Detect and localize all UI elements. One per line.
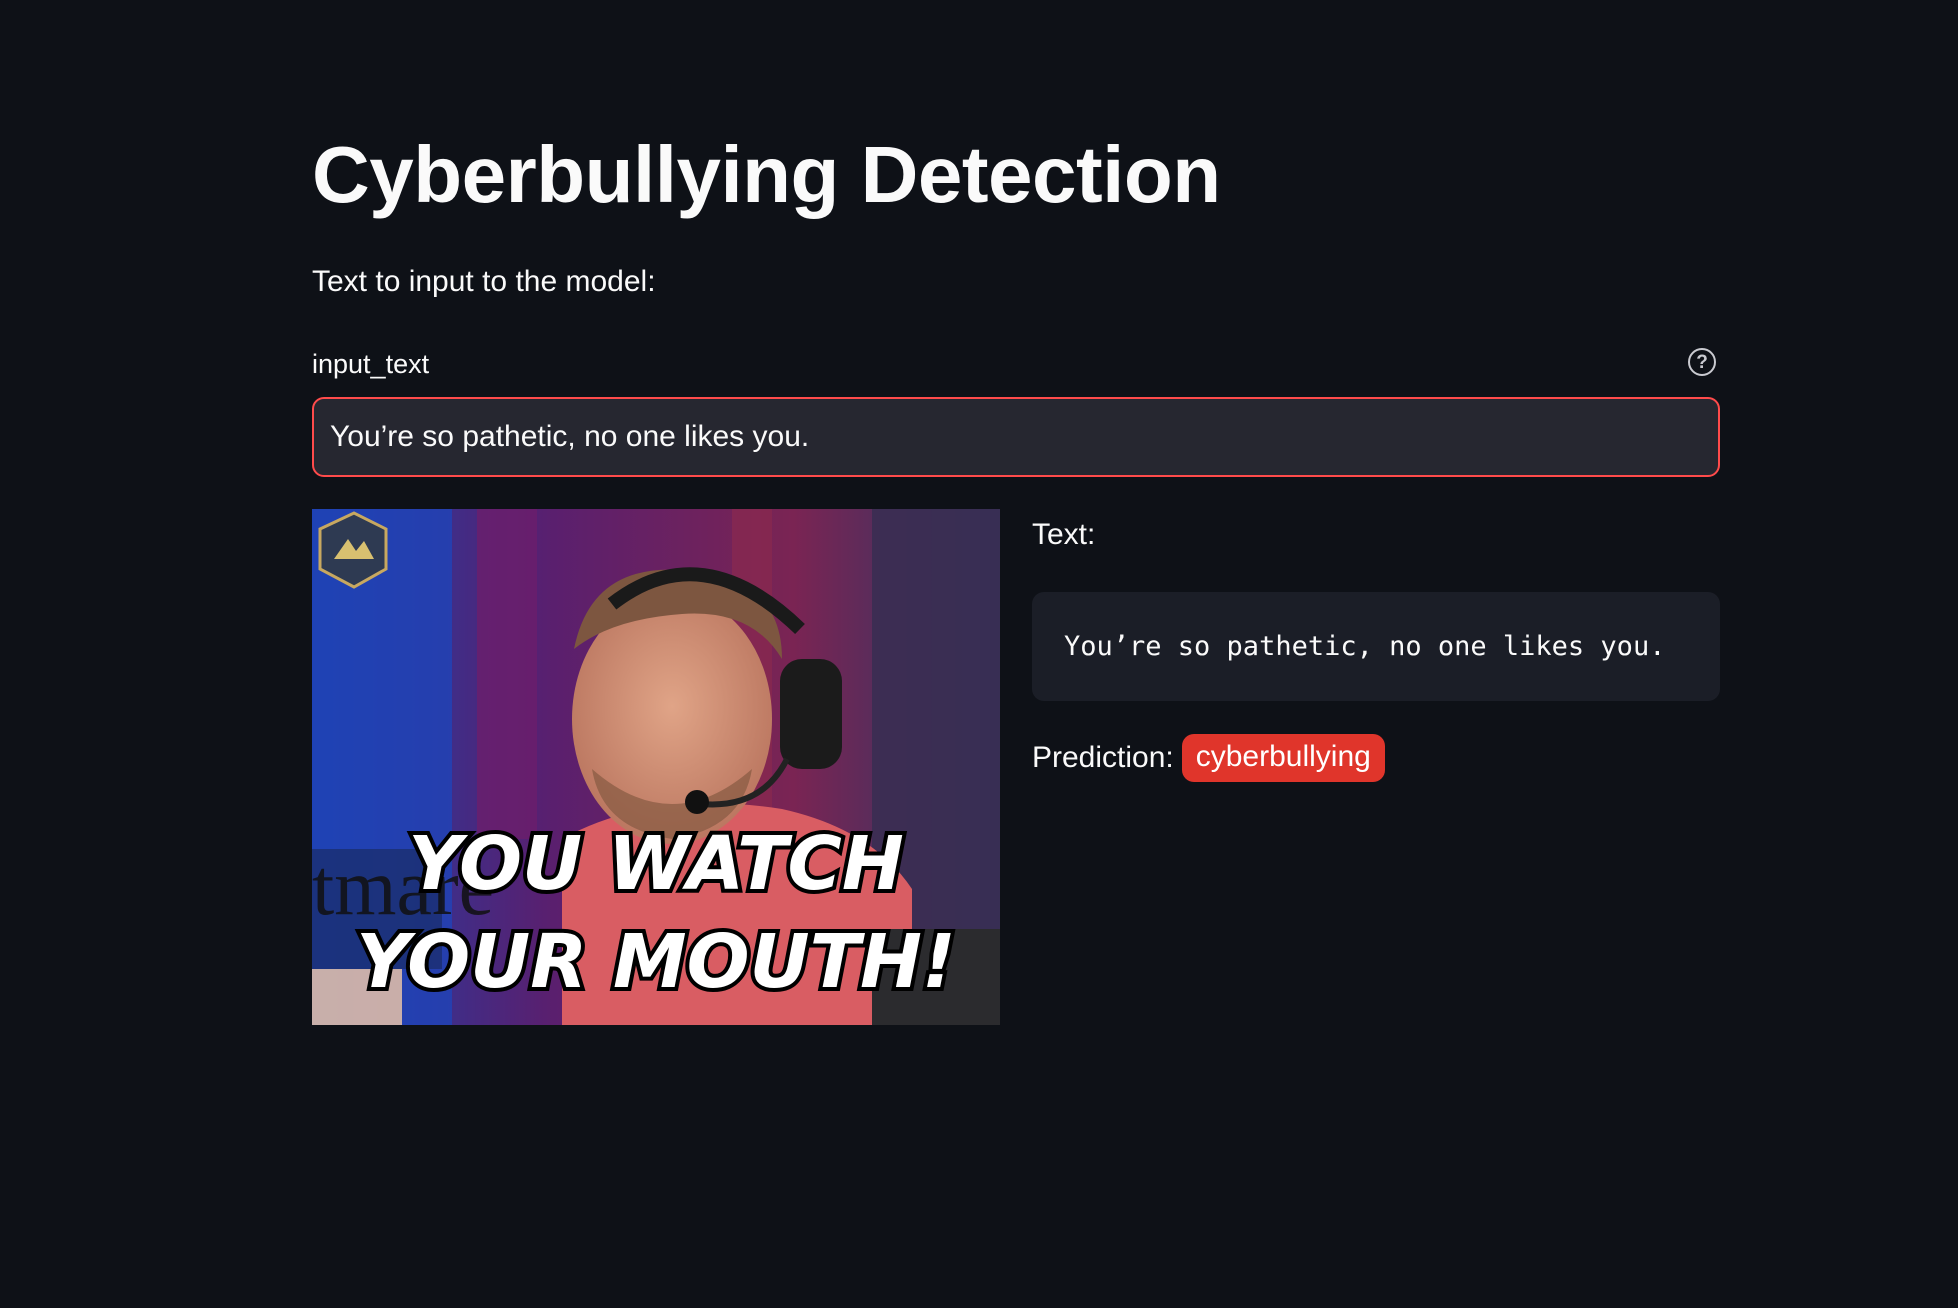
question-circle-icon[interactable]: ? [1688, 348, 1716, 376]
headset-cup [780, 659, 842, 769]
input-text-label: input_text [312, 349, 430, 379]
prediction-label: Prediction: [1032, 741, 1174, 774]
input-text-field[interactable] [314, 399, 1718, 475]
input-text-container [312, 397, 1720, 477]
text-label: Text: [1032, 518, 1096, 551]
reaction-gif: tmare YOU WATCH YOUR MOUTH! [312, 509, 1000, 1025]
gif-caption-line2: YOUR MOUTH! [356, 919, 955, 1005]
gif-caption-line1: YOU WATCH [408, 821, 904, 907]
text-code-block: You’re so pathetic, no one likes you. [1032, 592, 1720, 701]
page-title: Cyberbullying Detection [312, 130, 1221, 219]
intro-text: Text to input to the model: [312, 265, 656, 298]
prediction-row: Prediction: cyberbullying [1032, 733, 1385, 783]
gif-image: tmare YOU WATCH YOUR MOUTH! [312, 509, 1000, 1025]
text-code-value: You’re so pathetic, no one likes you. [1064, 631, 1666, 662]
prediction-badge: cyberbullying [1181, 734, 1385, 782]
